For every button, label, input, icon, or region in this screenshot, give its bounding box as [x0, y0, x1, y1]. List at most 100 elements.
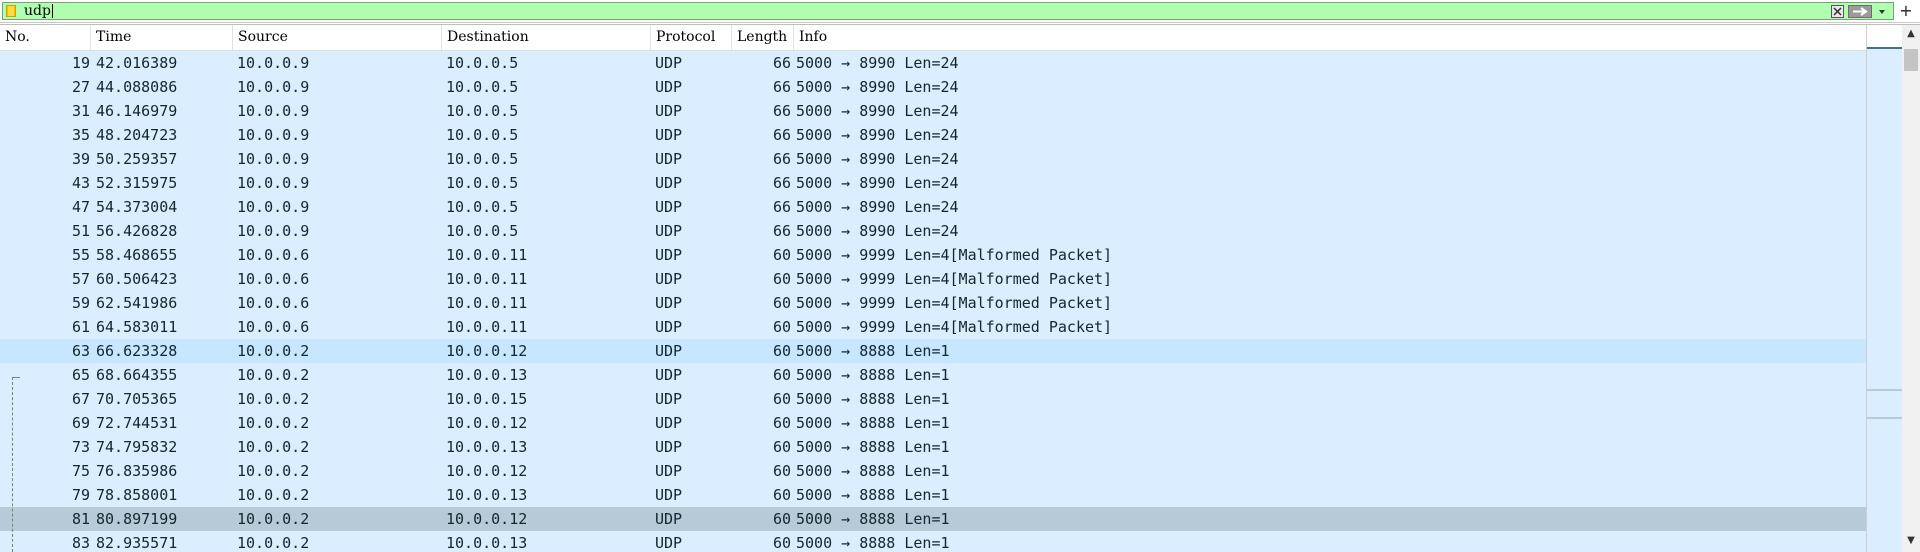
filter-text[interactable]: udp [24, 3, 53, 19]
protocol-cell: UDP [655, 78, 683, 96]
protocol-cell: UDP [655, 126, 683, 144]
info-cell: 5000 → 9999 Len=4[Malformed Packet] [796, 294, 1113, 312]
clear-filter-icon[interactable] [1831, 5, 1844, 18]
packet-minimap[interactable] [1866, 25, 1903, 552]
length-cell: 66 [772, 78, 791, 96]
destination-cell: 10.0.0.5 [446, 126, 519, 144]
add-filter-button[interactable]: + [1898, 2, 1914, 20]
source-cell: 10.0.0.6 [237, 246, 310, 264]
column-header-no[interactable]: No. [0, 25, 91, 50]
length-cell: 66 [772, 150, 791, 168]
info-cell: 5000 → 8990 Len=24 [796, 150, 959, 168]
scroll-up-arrow-icon[interactable]: ▲ [1902, 25, 1920, 43]
packet-row[interactable]: 81 80.897199 10.0.0.2 10.0.0.12 UDP 60 5000 → … [0, 507, 1866, 531]
time-cell: 76.835986 [96, 462, 178, 480]
apply-filter-arrow-icon[interactable] [1848, 5, 1872, 18]
packet-row[interactable]: 19 42.016389 10.0.0.9 10.0.0.5 UDP 66 5000 → 8… [0, 51, 1866, 75]
protocol-cell: UDP [655, 438, 683, 456]
destination-cell: 10.0.0.13 [446, 438, 528, 456]
column-header-length[interactable]: Length [732, 25, 794, 50]
scroll-down-arrow-icon[interactable]: ▼ [1902, 532, 1920, 550]
packet-row[interactable]: 31 46.146979 10.0.0.9 10.0.0.5 UDP 66 5000 → 8… [0, 99, 1866, 123]
filter-history-chevron-down-icon[interactable] [1876, 6, 1888, 18]
destination-cell: 10.0.0.12 [446, 462, 528, 480]
packet-row[interactable]: 57 60.506423 10.0.0.6 10.0.0.11 UDP 60 5000 → … [0, 267, 1866, 291]
packet-number-cell: 47 [71, 198, 90, 216]
source-cell: 10.0.0.2 [237, 462, 310, 480]
packet-row[interactable]: 59 62.541986 10.0.0.6 10.0.0.11 UDP 60 5000 → … [0, 291, 1866, 315]
length-cell: 66 [772, 102, 791, 120]
vertical-scrollbar[interactable]: ▲ ▼ [1902, 25, 1920, 552]
column-header-destination[interactable]: Destination [442, 25, 651, 50]
source-cell: 10.0.0.6 [237, 270, 310, 288]
destination-cell: 10.0.0.11 [446, 294, 528, 312]
info-cell: 5000 → 8990 Len=24 [796, 102, 959, 120]
source-cell: 10.0.0.9 [237, 126, 310, 144]
packet-row[interactable]: 79 78.858001 10.0.0.2 10.0.0.13 UDP 60 5000 → … [0, 483, 1866, 507]
length-cell: 60 [772, 486, 791, 504]
packet-row[interactable]: 47 54.373004 10.0.0.9 10.0.0.5 UDP 66 5000 → 8… [0, 195, 1866, 219]
packet-row[interactable]: 67 70.705365 10.0.0.2 10.0.0.15 UDP 60 5000 → … [0, 387, 1866, 411]
packet-number-cell: 27 [71, 78, 90, 96]
packet-row[interactable]: 27 44.088086 10.0.0.9 10.0.0.5 UDP 66 5000 → 8… [0, 75, 1866, 99]
info-cell: 5000 → 8888 Len=1 [796, 438, 950, 456]
length-cell: 60 [772, 462, 791, 480]
packet-number-cell: 19 [71, 54, 90, 72]
length-cell: 66 [772, 222, 791, 240]
source-cell: 10.0.0.9 [237, 198, 310, 216]
protocol-cell: UDP [655, 270, 683, 288]
packet-row[interactable]: 83 82.935571 10.0.0.2 10.0.0.13 UDP 60 5000 → … [0, 531, 1866, 552]
display-filter-input[interactable]: udp [2, 2, 1894, 20]
protocol-cell: UDP [655, 390, 683, 408]
protocol-cell: UDP [655, 54, 683, 72]
packet-row[interactable]: 65 68.664355 10.0.0.2 10.0.0.13 UDP 60 5000 → … [0, 363, 1866, 387]
packet-list-header: No. Time Source Destination Protocol Len… [0, 25, 1866, 51]
source-cell: 10.0.0.2 [237, 342, 310, 360]
source-cell: 10.0.0.9 [237, 174, 310, 192]
protocol-cell: UDP [655, 486, 683, 504]
column-header-source[interactable]: Source [233, 25, 442, 50]
info-cell: 5000 → 8888 Len=1 [796, 414, 950, 432]
time-cell: 68.664355 [96, 366, 178, 384]
length-cell: 66 [772, 126, 791, 144]
time-cell: 82.935571 [96, 534, 178, 552]
packet-number-cell: 63 [71, 342, 90, 360]
packet-row[interactable]: 73 74.795832 10.0.0.2 10.0.0.13 UDP 60 5000 → … [0, 435, 1866, 459]
info-cell: 5000 → 9999 Len=4[Malformed Packet] [796, 246, 1113, 264]
info-cell: 5000 → 8990 Len=24 [796, 198, 959, 216]
time-cell: 74.795832 [96, 438, 178, 456]
length-cell: 60 [772, 414, 791, 432]
packet-row[interactable]: 75 76.835986 10.0.0.2 10.0.0.12 UDP 60 5000 → … [0, 459, 1866, 483]
destination-cell: 10.0.0.13 [446, 366, 528, 384]
packet-row[interactable]: 69 72.744531 10.0.0.2 10.0.0.12 UDP 60 5000 → … [0, 411, 1866, 435]
packet-number-cell: 31 [71, 102, 90, 120]
destination-cell: 10.0.0.12 [446, 342, 528, 360]
time-cell: 52.315975 [96, 174, 178, 192]
time-cell: 60.506423 [96, 270, 178, 288]
packet-row[interactable]: 43 52.315975 10.0.0.9 10.0.0.5 UDP 66 5000 → 8… [0, 171, 1866, 195]
column-header-info[interactable]: Info [794, 25, 1866, 50]
info-cell: 5000 → 8888 Len=1 [796, 510, 950, 528]
time-cell: 44.088086 [96, 78, 178, 96]
source-cell: 10.0.0.9 [237, 78, 310, 96]
time-cell: 72.744531 [96, 414, 178, 432]
column-header-protocol[interactable]: Protocol [651, 25, 732, 50]
info-cell: 5000 → 8888 Len=1 [796, 390, 950, 408]
packet-row[interactable]: 63 66.623328 10.0.0.2 10.0.0.12 UDP 60 5000 → … [0, 339, 1866, 363]
destination-cell: 10.0.0.12 [446, 510, 528, 528]
column-header-time[interactable]: Time [91, 25, 233, 50]
destination-cell: 10.0.0.13 [446, 534, 528, 552]
packet-row[interactable]: 35 48.204723 10.0.0.9 10.0.0.5 UDP 66 5000 → 8… [0, 123, 1866, 147]
source-cell: 10.0.0.2 [237, 438, 310, 456]
packet-row[interactable]: 55 58.468655 10.0.0.6 10.0.0.11 UDP 60 5000 → … [0, 243, 1866, 267]
scroll-thumb[interactable] [1904, 49, 1918, 71]
packet-row[interactable]: 51 56.426828 10.0.0.9 10.0.0.5 UDP 66 5000 → 8… [0, 219, 1866, 243]
length-cell: 60 [772, 246, 791, 264]
packet-row[interactable]: 39 50.259357 10.0.0.9 10.0.0.5 UDP 66 5000 → 8… [0, 147, 1866, 171]
time-cell: 78.858001 [96, 486, 178, 504]
packet-number-cell: 35 [71, 126, 90, 144]
packet-row[interactable]: 61 64.583011 10.0.0.6 10.0.0.11 UDP 60 5000 → … [0, 315, 1866, 339]
bookmark-icon[interactable] [6, 5, 16, 17]
source-cell: 10.0.0.6 [237, 318, 310, 336]
protocol-cell: UDP [655, 174, 683, 192]
